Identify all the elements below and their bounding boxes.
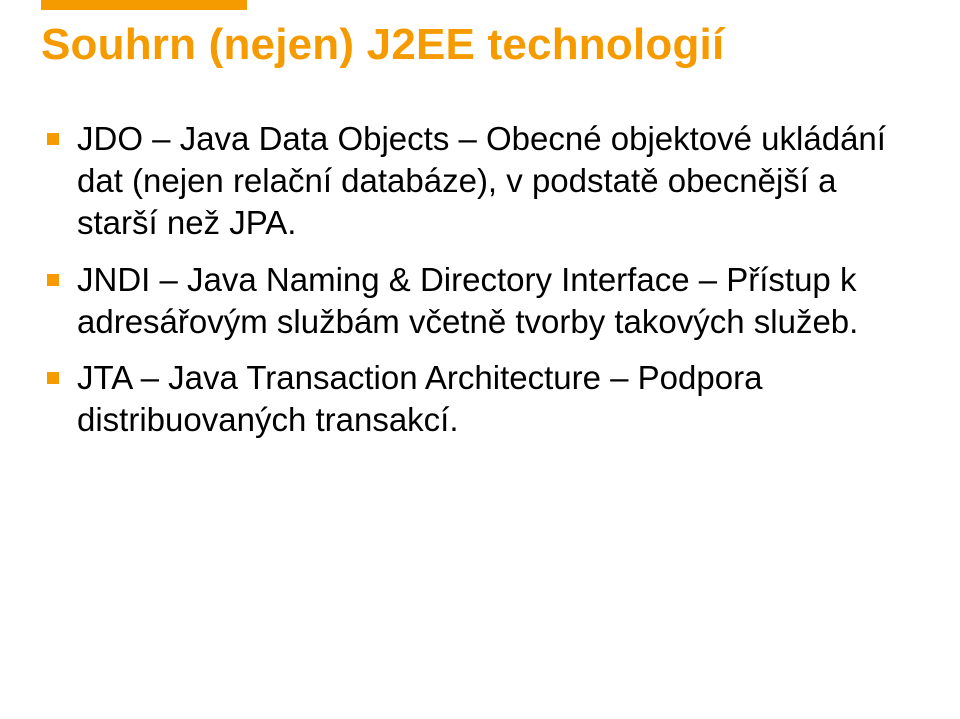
slide-title: Souhrn (nejen) J2EE technologií [41,20,724,70]
bullet-icon [47,372,59,384]
list-item: JDO – Java Data Objects – Obecné objekto… [41,118,919,245]
list-item: JNDI – Java Naming & Directory Interface… [41,259,919,343]
list-item: JTA – Java Transaction Architecture – Po… [41,357,919,441]
accent-bar [41,0,247,10]
bullet-text: JDO – Java Data Objects – Obecné objekto… [77,118,919,245]
bullet-list: JDO – Java Data Objects – Obecné objekto… [41,118,919,456]
bullet-icon [47,133,59,145]
bullet-icon [47,274,59,286]
bullet-text: JTA – Java Transaction Architecture – Po… [77,357,919,441]
bullet-text: JNDI – Java Naming & Directory Interface… [77,259,919,343]
slide: Souhrn (nejen) J2EE technologií JDO – Ja… [0,0,960,719]
